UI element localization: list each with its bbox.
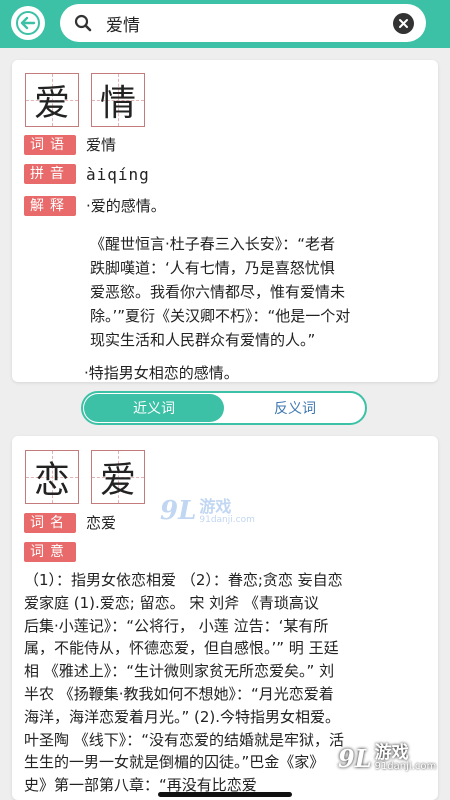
definition-tag: 解释 (24, 195, 76, 216)
meaning-line: 海洋，海洋恋爱着月光。” (2).今特指男女相爱。 (24, 707, 341, 726)
pinyin-value: àiqíng (86, 164, 150, 184)
word-tag: 词语 (24, 134, 76, 155)
character-box: 恋 (25, 450, 79, 504)
meaning-line: 后集·小莲记》：“公将行， 小莲 泣告：‘某有所 (24, 616, 329, 635)
back-arrow-icon (16, 11, 40, 35)
word-row: 词语 爱情 (24, 134, 116, 155)
pinyin-row: 拼音 àiqíng (24, 164, 150, 184)
word-card: 爱 情 词语 爱情 拼音 àiqíng 解释 ·爱的感情。 《醒世恒言·杜子春三… (12, 60, 438, 382)
definition-value: ·爱的感情。 (86, 197, 166, 215)
character-box: 爱 (25, 73, 79, 127)
meaning-tag: 词意 (24, 542, 76, 562)
word-name-row: 词名 恋爱 (24, 512, 116, 533)
quote-line: 现实生活和人民群众有爱情的人。” (90, 331, 316, 349)
synonym-card: 恋 爱 词名 恋爱 词意 （1）：指男女依恋相爱 （2）：眷恋;贪恋 妄自恋 爱… (12, 436, 438, 800)
citation-quote: 《醒世恒言·杜子春三入长安》：“老者 跌脚嘆道：‘人有七情，乃是喜怒忧惧 爱恶慾… (90, 232, 420, 352)
character: 恋 (33, 460, 70, 501)
secondary-definition: ·特指男女相恋的感情。 (84, 364, 239, 382)
tab-switcher: 近义词 反义词 (81, 391, 367, 425)
clear-search-button[interactable] (393, 13, 414, 34)
search-icon (74, 14, 92, 32)
pinyin-tag: 拼音 (24, 164, 76, 184)
back-button[interactable] (11, 6, 45, 40)
search-input[interactable] (106, 10, 376, 36)
quote-line: 爱恶慾。我看你六情都尽，惟有爱情未 (90, 283, 346, 301)
meaning-line: 相 《雅述上》：“生计微则家贫无所恋爱矣。” 刘 (24, 662, 335, 681)
quote-line: 跌脚嘆道：‘人有七情，乃是喜怒忧惧 (90, 259, 335, 277)
character: 情 (99, 83, 136, 124)
definition-row: 解释 ·爱的感情。 (24, 195, 166, 216)
character: 爱 (33, 83, 70, 124)
meaning-row: 词意 (24, 542, 86, 562)
meaning-line: 叶圣陶 《线下》：“没有恋爱的结婚就是牢狱，活 (24, 730, 345, 749)
character-box: 情 (91, 73, 145, 127)
quote-line: 除。’”夏衍《关汉卿不朽》：“他是一个对 (90, 307, 351, 325)
header-bar (0, 0, 450, 48)
quote-line: 《醒世恒言·杜子春三入长安》：“老者 (90, 235, 336, 253)
meaning-line: 生生的一男一女就是倒楣的囚徒。”巴金《家》 (24, 753, 325, 772)
character: 爱 (99, 460, 136, 501)
meaning-text: （1）：指男女依恋相爱 （2）：眷恋;贪恋 妄自恋 爱家庭 (1).爱恋; 留恋… (24, 569, 430, 797)
word-name-tag: 词名 (24, 512, 76, 533)
meaning-line: 半农 《扬鞭集·教我如何不想她》：“月光恋爱着 (24, 684, 334, 703)
meaning-line: （1）：指男女依恋相爱 （2）：眷恋;贪恋 妄自恋 (24, 571, 343, 589)
word-value: 爱情 (86, 136, 117, 154)
close-icon (399, 19, 408, 28)
meaning-line: 属，不能侍从，怀德恋爱，但自感恨。’” 明 王廷 (24, 639, 339, 658)
word-name-value: 恋爱 (86, 514, 117, 532)
home-indicator[interactable] (158, 792, 292, 797)
character-grid: 爱 情 (25, 73, 145, 127)
meaning-line: 爱家庭 (1).爱恋; 留恋。 宋 刘斧 《青琐高议 (24, 593, 319, 612)
search-bar[interactable] (60, 4, 426, 42)
tab-synonyms[interactable]: 近义词 (84, 394, 224, 422)
character-grid: 恋 爱 (25, 450, 145, 504)
tab-antonyms[interactable]: 反义词 (225, 393, 365, 423)
character-box: 爱 (91, 450, 145, 504)
